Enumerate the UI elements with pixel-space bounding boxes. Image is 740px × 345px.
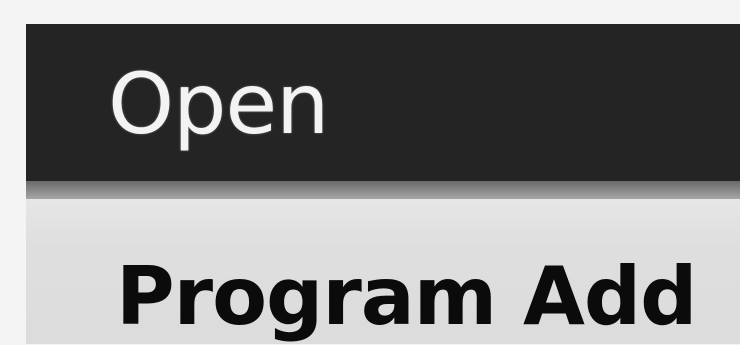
menu-item-open-label: Open: [108, 55, 329, 153]
menu-separator: [26, 181, 740, 199]
menu-item-open[interactable]: Open: [26, 24, 740, 181]
context-menu: Open Program Add: [26, 24, 740, 344]
menu-item-program-add[interactable]: Program Add: [26, 199, 740, 344]
menu-item-program-add-label: Program Add: [116, 250, 697, 343]
